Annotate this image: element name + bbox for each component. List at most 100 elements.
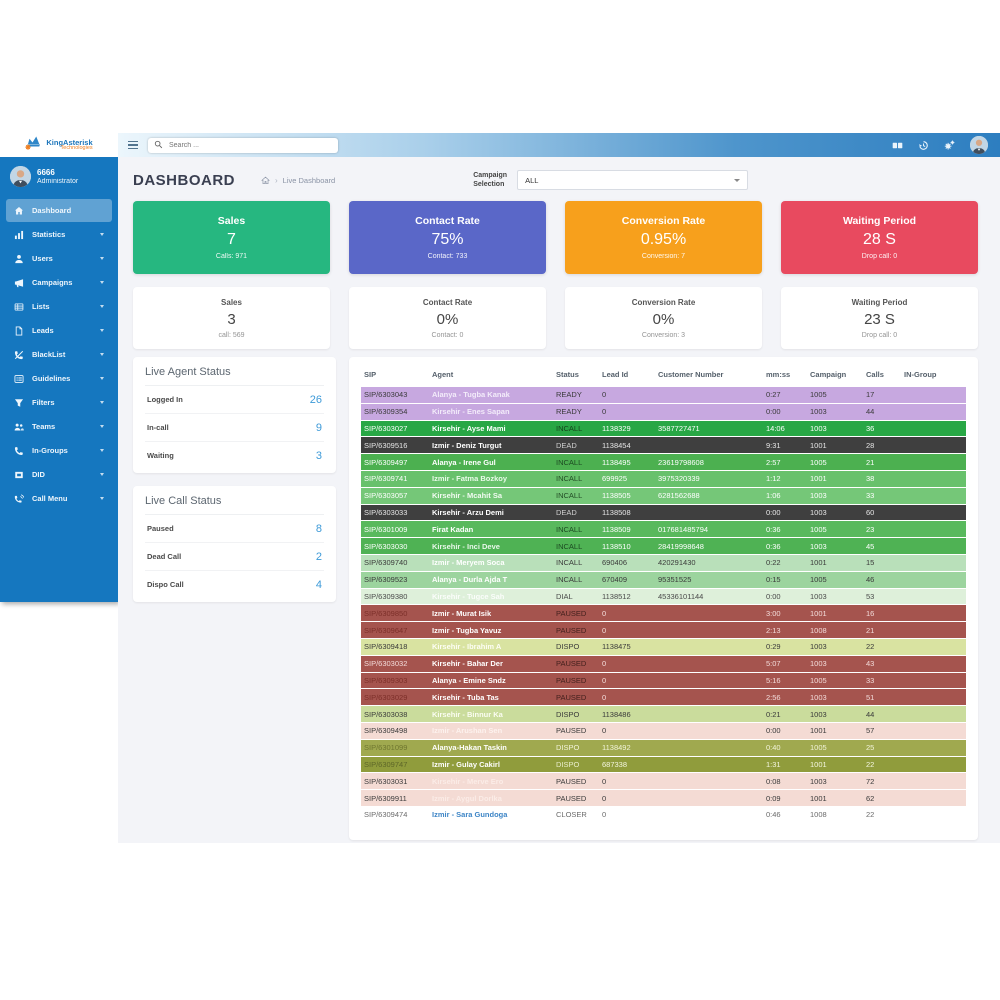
cell-agent[interactable]: Izmir - Sara Gundoga — [429, 806, 553, 823]
cell-sip: SIP/6309303 — [361, 672, 429, 689]
table-row: SIP/6303038Kirsehir - Binnur KaDISPO1138… — [361, 706, 966, 723]
table-row: SIP/6309850Izmir - Murat IsikPAUSED03:00… — [361, 605, 966, 622]
sidebar-item-users[interactable]: Users — [6, 247, 112, 270]
cell-time: 2:13 — [763, 622, 807, 639]
table-row: SIP/6309380Kirsehir - Tugce SahDIAL11385… — [361, 588, 966, 605]
sidebar-item-label: Statistics — [32, 230, 65, 239]
card-value: 0% — [437, 311, 459, 328]
cell-campaign: 1003 — [807, 588, 863, 605]
sidebar-item-teams[interactable]: Teams — [6, 415, 112, 438]
cards-icon[interactable] — [892, 140, 903, 151]
cell-customer: 3587727471 — [655, 420, 763, 437]
cell-status: INCALL — [553, 487, 599, 504]
breadcrumb: › Live Dashboard — [261, 176, 335, 185]
cell-sip: SIP/6303057 — [361, 487, 429, 504]
cell-campaign: 1003 — [807, 420, 863, 437]
menu-toggle-icon[interactable] — [128, 141, 138, 150]
column-header: SIP — [361, 366, 429, 387]
cell-customer — [655, 790, 763, 807]
sidebar-item-label: Leads — [32, 326, 54, 335]
chevron-down-icon — [100, 305, 104, 308]
cell-sip: SIP/6303033 — [361, 504, 429, 521]
table-icon — [14, 302, 24, 312]
status-label: In-call — [147, 423, 169, 432]
chevron-down-icon — [100, 449, 104, 452]
sidebar-item-label: BlackList — [32, 350, 65, 359]
phone-icon — [14, 446, 24, 456]
kpi-subcard-contact-rate: Contact Rate0%Contact: 0 — [349, 287, 546, 349]
cell-calls: 15 — [863, 554, 901, 571]
status-value: 26 — [310, 394, 322, 406]
cell-campaign: 1001 — [807, 437, 863, 454]
settings-icon[interactable] — [944, 140, 955, 151]
cell-group — [901, 588, 966, 605]
cell-calls: 36 — [863, 420, 901, 437]
status-row: Dead Call2 — [145, 543, 324, 571]
table-row: SIP/6309516Izmir - Deniz TurgutDEAD11384… — [361, 437, 966, 454]
cell-status: INCALL — [553, 521, 599, 538]
sidebar-item-in-groups[interactable]: In-Groups — [6, 439, 112, 462]
cell-group — [901, 773, 966, 790]
cell-customer: 6281562688 — [655, 487, 763, 504]
sidebar-item-guidelines[interactable]: Guidelines — [6, 367, 112, 390]
user-icon — [14, 254, 24, 264]
table-row: SIP/6303043Alanya - Tugba KanakREADY00:2… — [361, 387, 966, 403]
cell-campaign: 1001 — [807, 554, 863, 571]
bar-chart-icon — [14, 230, 24, 240]
breadcrumb-current[interactable]: Live Dashboard — [283, 176, 336, 185]
cell-group — [901, 739, 966, 756]
kpi-card-waiting-period: Waiting Period28 SDrop call: 0 — [781, 201, 978, 274]
card-sub: Contact: 733 — [428, 253, 468, 260]
sidebar-item-campaigns[interactable]: Campaigns — [6, 271, 112, 294]
table-row: SIP/6303030Kirsehir - Inci DeveINCALL113… — [361, 538, 966, 555]
cell-campaign: 1003 — [807, 689, 863, 706]
campaign-select[interactable]: ALL — [517, 170, 748, 190]
cell-agent: Izmir - Meryem Soca — [429, 554, 553, 571]
sidebar-item-blacklist[interactable]: BlackList — [6, 343, 112, 366]
card-value: 28 S — [863, 231, 896, 249]
users-group-icon — [14, 422, 24, 432]
cell-agent: Kirsehir - Ibrahim A — [429, 638, 553, 655]
cell-lead: 1138486 — [599, 706, 655, 723]
cell-agent: Kirsehir - Arzu Demi — [429, 504, 553, 521]
table-row: SIP/6303027Kirsehir - Ayse MamiINCALL113… — [361, 420, 966, 437]
cell-agent: Izmir - Aygul Dorlka — [429, 790, 553, 807]
cell-customer — [655, 722, 763, 739]
cell-time: 2:56 — [763, 689, 807, 706]
user-avatar[interactable] — [970, 136, 988, 154]
sidebar-item-dashboard[interactable]: Dashboard — [6, 199, 112, 222]
cell-lead: 0 — [599, 387, 655, 403]
cell-time: 0:00 — [763, 588, 807, 605]
search-box[interactable] — [148, 138, 338, 153]
sidebar-user[interactable]: 6666 Administrator — [0, 157, 118, 198]
cell-group — [901, 638, 966, 655]
kpi-card-contact-rate: Contact Rate75%Contact: 733 — [349, 201, 546, 274]
cell-customer: 23619798608 — [655, 454, 763, 471]
logo[interactable]: KingAsterisk Technologies — [0, 133, 118, 157]
history-icon[interactable] — [918, 140, 929, 151]
sidebar-item-leads[interactable]: Leads — [6, 319, 112, 342]
logo-graphic-icon — [25, 135, 43, 155]
cell-lead: 1138329 — [599, 420, 655, 437]
cell-status: INCALL — [553, 470, 599, 487]
cell-group — [901, 454, 966, 471]
cell-lead: 0 — [599, 689, 655, 706]
cell-campaign: 1003 — [807, 706, 863, 723]
cell-agent: Kirsehir - Enes Sapan — [429, 403, 553, 420]
cell-sip: SIP/6309516 — [361, 437, 429, 454]
sidebar-item-filters[interactable]: Filters — [6, 391, 112, 414]
cell-group — [901, 722, 966, 739]
live-agent-status-panel: Live Agent StatusLogged In26In-call9Wait… — [133, 357, 336, 473]
sidebar-item-lists[interactable]: Lists — [6, 295, 112, 318]
cell-time: 1:06 — [763, 487, 807, 504]
cell-lead: 0 — [599, 773, 655, 790]
sidebar-item-statistics[interactable]: Statistics — [6, 223, 112, 246]
home-icon[interactable] — [261, 176, 270, 185]
search-input[interactable] — [167, 141, 332, 150]
cell-agent: Kirsehir - Bahar Der — [429, 655, 553, 672]
page-head: DASHBOARD › Live Dashboard Campaign Sele… — [133, 166, 978, 194]
cell-status: INCALL — [553, 554, 599, 571]
sidebar-item-call-menu[interactable]: Call Menu — [6, 487, 112, 510]
column-header: Status — [553, 366, 599, 387]
sidebar-item-did[interactable]: DID — [6, 463, 112, 486]
